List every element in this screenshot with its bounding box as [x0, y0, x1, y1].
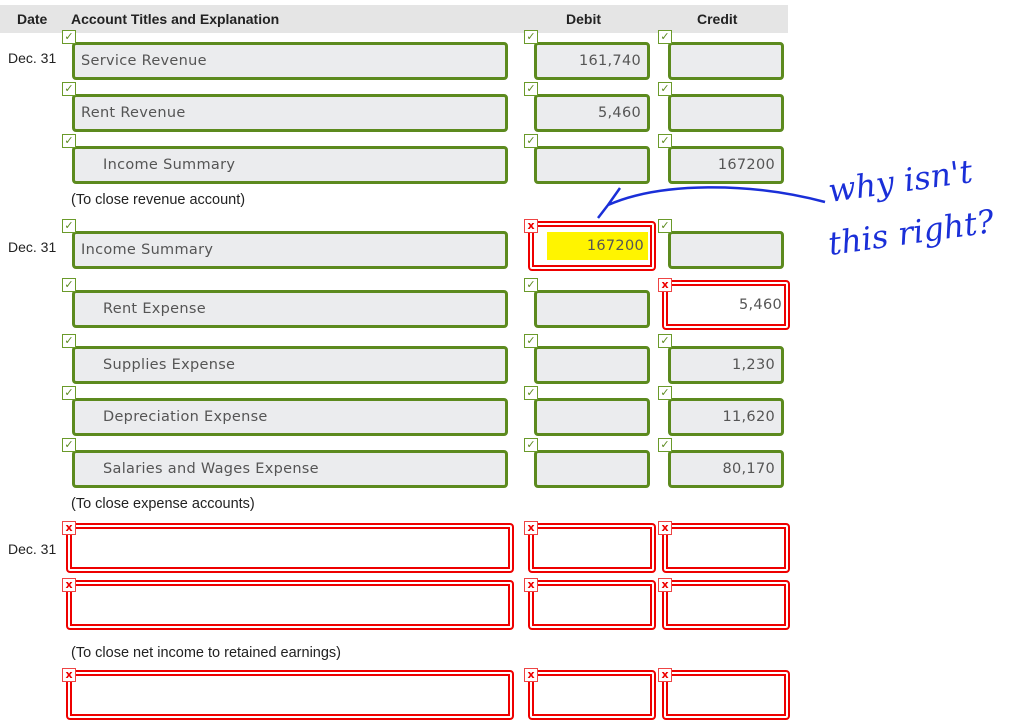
- debit-value: 161,740: [578, 53, 641, 69]
- journal-header: Date Account Titles and Explanation Debi…: [0, 5, 788, 33]
- account-field[interactable]: [66, 523, 514, 573]
- account-value: Rent Expense: [103, 301, 206, 317]
- debit-field[interactable]: [534, 346, 650, 384]
- handwritten-annotation: why isn't this right?: [597, 152, 997, 263]
- credit-field[interactable]: 11,620: [668, 398, 784, 436]
- credit-field[interactable]: [662, 670, 790, 720]
- check-icon: ✓: [524, 386, 538, 400]
- entry-note: (To close net income to retained earning…: [71, 645, 342, 661]
- check-icon: ✓: [658, 386, 672, 400]
- account-field[interactable]: Rent Expense: [72, 290, 508, 328]
- x-icon: x: [62, 668, 76, 682]
- x-icon: x: [658, 278, 672, 292]
- debit-field[interactable]: [534, 398, 650, 436]
- arrow-icon: [597, 186, 826, 219]
- x-icon: x: [524, 668, 538, 682]
- debit-field[interactable]: [534, 450, 650, 488]
- check-icon: ✓: [62, 219, 76, 233]
- header-credit: Credit: [697, 11, 738, 27]
- check-icon: ✓: [524, 278, 538, 292]
- entry-date: Dec. 31: [8, 541, 57, 557]
- credit-field[interactable]: [662, 523, 790, 573]
- header-account: Account Titles and Explanation: [71, 11, 280, 27]
- annotation-line1: why isn't: [826, 152, 975, 210]
- account-value: Income Summary: [103, 157, 236, 173]
- credit-field[interactable]: 5,460: [662, 280, 790, 330]
- check-icon: ✓: [524, 30, 538, 44]
- account-field[interactable]: Income Summary: [72, 146, 508, 184]
- debit-field[interactable]: 161,740: [534, 42, 650, 80]
- entry-note: (To close expense accounts): [71, 496, 255, 512]
- check-icon: ✓: [524, 134, 538, 148]
- x-icon: x: [62, 521, 76, 535]
- x-icon: x: [658, 521, 672, 535]
- debit-field[interactable]: [528, 580, 656, 630]
- x-icon: x: [658, 578, 672, 592]
- x-icon: x: [62, 578, 76, 592]
- check-icon: ✓: [62, 278, 76, 292]
- x-icon: x: [524, 578, 538, 592]
- x-icon: x: [524, 219, 538, 233]
- credit-field[interactable]: [662, 580, 790, 630]
- entry-date: Dec. 31: [8, 239, 57, 255]
- check-icon: ✓: [524, 82, 538, 96]
- check-icon: ✓: [62, 334, 76, 348]
- account-field[interactable]: Salaries and Wages Expense: [72, 450, 508, 488]
- check-icon: ✓: [658, 82, 672, 96]
- account-value: Depreciation Expense: [103, 409, 268, 425]
- check-icon: ✓: [62, 30, 76, 44]
- account-field[interactable]: Depreciation Expense: [72, 398, 508, 436]
- entry-date: Dec. 31: [8, 50, 57, 66]
- check-icon: ✓: [524, 334, 538, 348]
- x-icon: x: [658, 668, 672, 682]
- credit-value: 5,460: [738, 297, 782, 313]
- account-field[interactable]: [66, 580, 514, 630]
- x-icon: x: [524, 521, 538, 535]
- credit-field[interactable]: 1,230: [668, 346, 784, 384]
- credit-value: 11,620: [722, 409, 775, 425]
- check-icon: ✓: [62, 134, 76, 148]
- debit-field[interactable]: [528, 670, 656, 720]
- header-debit: Debit: [566, 11, 601, 27]
- debit-value: 5,460: [597, 105, 641, 121]
- check-icon: ✓: [658, 30, 672, 44]
- check-icon: ✓: [62, 386, 76, 400]
- account-field[interactable]: Service Revenue: [72, 42, 508, 80]
- account-field[interactable]: Income Summary: [72, 231, 508, 269]
- credit-value: 1,230: [731, 357, 775, 373]
- credit-value: 80,170: [722, 461, 775, 477]
- check-icon: ✓: [658, 438, 672, 452]
- account-value: Income Summary: [81, 242, 214, 258]
- debit-field[interactable]: [528, 523, 656, 573]
- account-value: Service Revenue: [81, 53, 207, 69]
- account-field[interactable]: Supplies Expense: [72, 346, 508, 384]
- credit-field[interactable]: [668, 42, 784, 80]
- credit-field[interactable]: 80,170: [668, 450, 784, 488]
- debit-field[interactable]: [534, 290, 650, 328]
- header-date: Date: [17, 11, 48, 27]
- check-icon: ✓: [62, 438, 76, 452]
- account-value: Supplies Expense: [103, 357, 236, 373]
- annotation-line2: this right?: [826, 202, 997, 263]
- check-icon: ✓: [658, 334, 672, 348]
- account-value: Rent Revenue: [81, 105, 186, 121]
- account-field[interactable]: Rent Revenue: [72, 94, 508, 132]
- check-icon: ✓: [524, 438, 538, 452]
- account-field[interactable]: [66, 670, 514, 720]
- entry-note: (To close revenue account): [71, 192, 246, 208]
- check-icon: ✓: [62, 82, 76, 96]
- account-value: Salaries and Wages Expense: [103, 461, 319, 477]
